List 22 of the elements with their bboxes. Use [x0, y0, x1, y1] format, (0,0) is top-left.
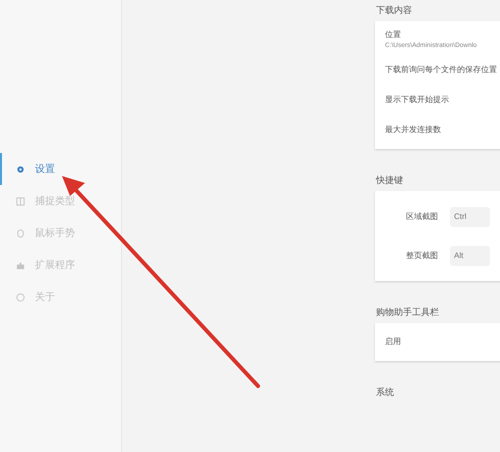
- puzzle-icon: [16, 260, 25, 270]
- section-title: 下载内容: [375, 4, 413, 17]
- setting-label: 启用: [385, 336, 402, 348]
- gear-icon: [16, 164, 25, 174]
- setting-label: 显示下载开始提示: [385, 94, 450, 106]
- sidebar-item[interactable]: 关于: [0, 281, 121, 313]
- sidebar-item[interactable]: 扩展程序: [0, 249, 121, 281]
- sidebar-item[interactable]: 鼠标手势: [0, 217, 121, 249]
- section-title: 购物助手工具栏: [375, 306, 440, 319]
- section-title: 系统: [375, 386, 395, 399]
- setting-label: 下载前询问每个文件的保存位置: [385, 64, 498, 76]
- mouse-icon: [16, 228, 25, 238]
- shortcut-field[interactable]: Ctrl: [450, 206, 490, 226]
- setting-label: 区域截图: [405, 210, 439, 222]
- shortcut-field[interactable]: Alt: [450, 246, 490, 266]
- setting-label: 位置: [385, 29, 402, 42]
- sidebar-item[interactable]: 捕捉类型: [0, 185, 121, 217]
- info-icon: [16, 292, 25, 302]
- section-title: 快捷键: [375, 174, 404, 187]
- setting-label: 整页截图: [405, 250, 439, 262]
- grid-icon: [16, 196, 25, 206]
- setting-label: 最大并发连接数: [385, 124, 442, 136]
